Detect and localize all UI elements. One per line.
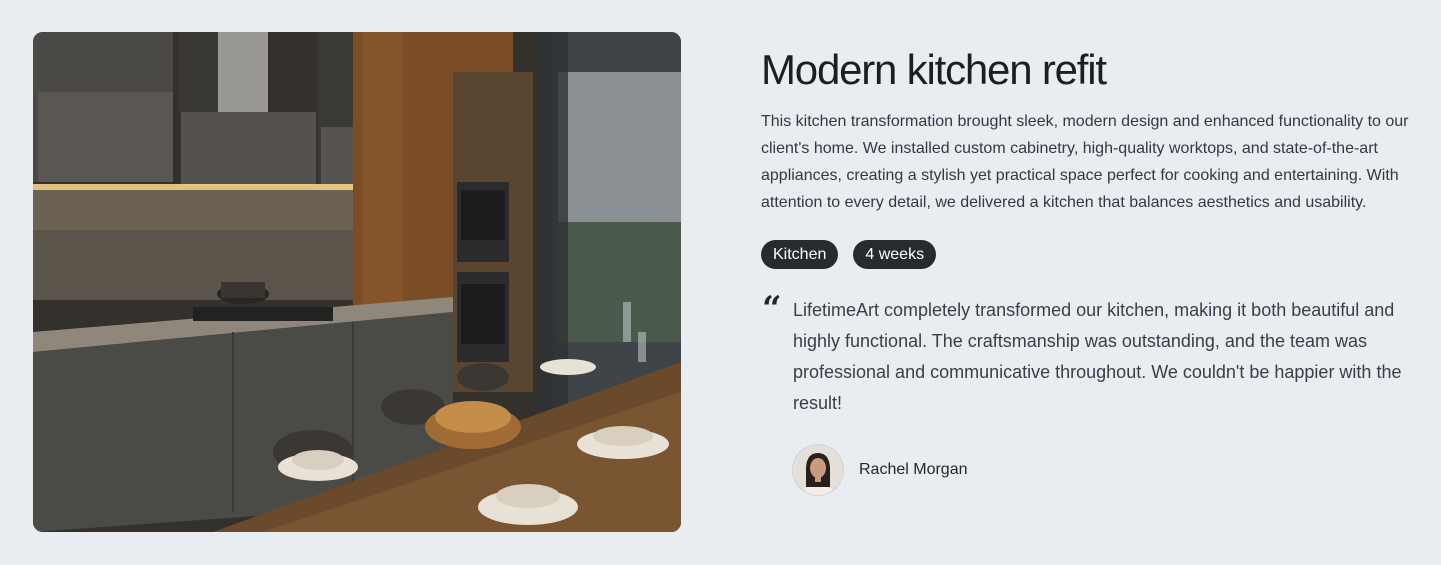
- person-icon: [793, 445, 843, 495]
- testimonial-text: LifetimeArt completely transformed our k…: [793, 300, 1402, 413]
- project-description: This kitchen transformation brought slee…: [761, 113, 1409, 211]
- kitchen-illustration: [33, 32, 681, 532]
- tag-category: Kitchen: [761, 240, 839, 269]
- project-title: Modern kitchen refit: [761, 46, 1107, 93]
- author-name: Rachel Morgan: [859, 461, 968, 478]
- project-details: Modern kitchen refit This kitchen transf…: [761, 46, 1421, 495]
- avatar: [793, 445, 843, 495]
- project-tags: Kitchen 4 weeks: [761, 240, 1421, 269]
- tag-duration: 4 weeks: [853, 240, 937, 269]
- testimonial: “ LifetimeArt completely transformed our…: [761, 289, 1421, 495]
- project-photo: [33, 32, 681, 532]
- testimonial-author: Rachel Morgan: [793, 445, 1421, 495]
- quote-icon: “: [762, 289, 782, 329]
